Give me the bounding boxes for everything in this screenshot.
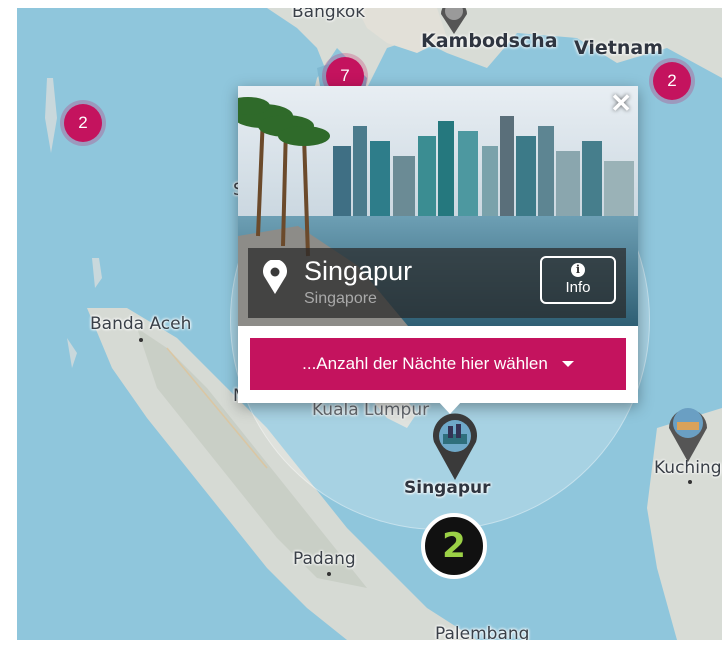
city-label-palembang: Palembang (435, 624, 530, 640)
caret-down-icon (561, 361, 574, 367)
location-popup: ✕ Singapur Singapore i Info ...Anzahl de… (238, 86, 638, 403)
location-subtitle: Singapore (304, 290, 377, 307)
info-button[interactable]: i Info (540, 256, 616, 304)
city-dot-padang (327, 572, 331, 576)
location-pin-icon (263, 260, 287, 294)
info-icon: i (571, 263, 585, 277)
close-icon[interactable]: ✕ (610, 90, 632, 116)
location-name-bar: Singapur Singapore i Info (248, 248, 626, 318)
location-title: Singapur (304, 256, 413, 286)
info-button-label: Info (565, 279, 591, 296)
singapore-skyline-image: ✕ Singapur Singapore i Info (238, 86, 638, 326)
city-label-banda-aceh: Banda Aceh (90, 314, 192, 334)
city-dot-banda-aceh (139, 338, 143, 342)
nights-select-label: ...Anzahl der Nächte hier wählen (302, 354, 548, 373)
city-label-padang: Padang (293, 549, 356, 569)
map-pin-icon-singapore[interactable] (428, 412, 482, 480)
map-pin-icon-kuching[interactable] (663, 402, 713, 462)
nights-select-dropdown[interactable]: ...Anzahl der Nächte hier wählen (250, 338, 626, 390)
city-dot-kuching (688, 480, 692, 484)
country-label-vietnam: Vietnam (574, 37, 663, 59)
cluster-marker-vietnam[interactable]: 2 (653, 62, 691, 100)
map-pin-icon-bangkok[interactable] (437, 8, 471, 34)
city-label-bangkok: Bangkok (292, 8, 366, 22)
step-number-badge: 2 (421, 513, 487, 579)
city-label-singapore: Singapur (404, 478, 491, 498)
cluster-marker-west[interactable]: 2 (64, 104, 102, 142)
